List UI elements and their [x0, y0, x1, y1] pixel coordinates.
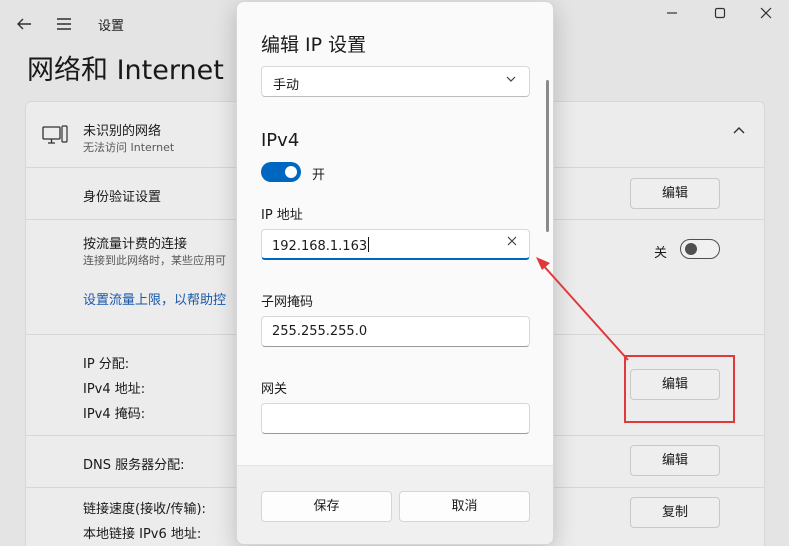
subnet-mask-label: 子网掩码	[261, 295, 314, 310]
dialog-footer: 保存 取消	[237, 465, 553, 544]
gateway-label: 网关	[261, 382, 288, 397]
dialog-title: 编辑 IP 设置	[261, 34, 367, 56]
edit-ip-dialog: 编辑 IP 设置 手动 IPv4 开 IP 地址 192.168.1.163 子…	[236, 1, 554, 545]
subnet-mask-value: 255.255.255.0	[272, 324, 368, 339]
ipv4-toggle-state: 开	[312, 168, 326, 183]
clear-icon[interactable]	[506, 235, 518, 251]
dialog-scrollbar[interactable]	[546, 80, 549, 232]
gateway-input[interactable]	[261, 403, 530, 434]
ip-mode-select[interactable]: 手动	[261, 66, 530, 97]
chevron-down-icon	[505, 73, 517, 88]
ipv4-toggle[interactable]	[261, 162, 301, 182]
ip-address-label: IP 地址	[261, 208, 303, 223]
ip-address-input[interactable]: 192.168.1.163	[261, 229, 530, 260]
save-button[interactable]: 保存	[261, 491, 392, 522]
subnet-mask-input[interactable]: 255.255.255.0	[261, 316, 530, 347]
cancel-button[interactable]: 取消	[399, 491, 530, 522]
ipv4-heading: IPv4	[261, 130, 300, 151]
ip-address-value: 192.168.1.163	[272, 237, 370, 254]
ip-mode-value: 手动	[273, 78, 300, 93]
annotation-highlight-box	[624, 355, 735, 423]
